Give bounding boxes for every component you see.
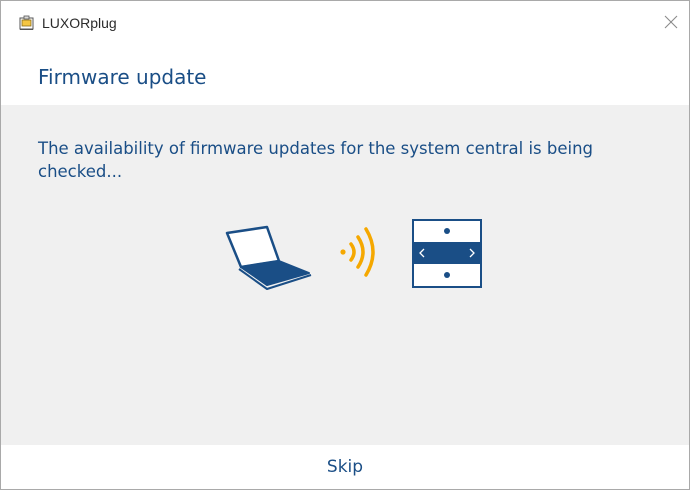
- wireless-signal-icon: [340, 227, 375, 277]
- close-icon: [664, 14, 678, 33]
- luxorplug-app-icon: [19, 15, 35, 31]
- dialog-footer: Skip: [1, 445, 689, 489]
- status-message: The availability of firmware updates for…: [38, 139, 594, 181]
- system-central-device-icon: [412, 219, 482, 288]
- page-title: Firmware update: [38, 65, 207, 89]
- firmware-update-window: LUXORplug Firmware update The availabili…: [0, 0, 690, 490]
- connection-illustration: [223, 219, 485, 299]
- page-header: Firmware update: [1, 45, 689, 105]
- skip-button[interactable]: Skip: [295, 451, 395, 483]
- window-title: LUXORplug: [42, 15, 117, 31]
- laptop-icon: [225, 225, 312, 290]
- close-button[interactable]: [653, 7, 689, 39]
- title-bar: LUXORplug: [1, 1, 689, 45]
- content-area: The availability of firmware updates for…: [1, 105, 689, 445]
